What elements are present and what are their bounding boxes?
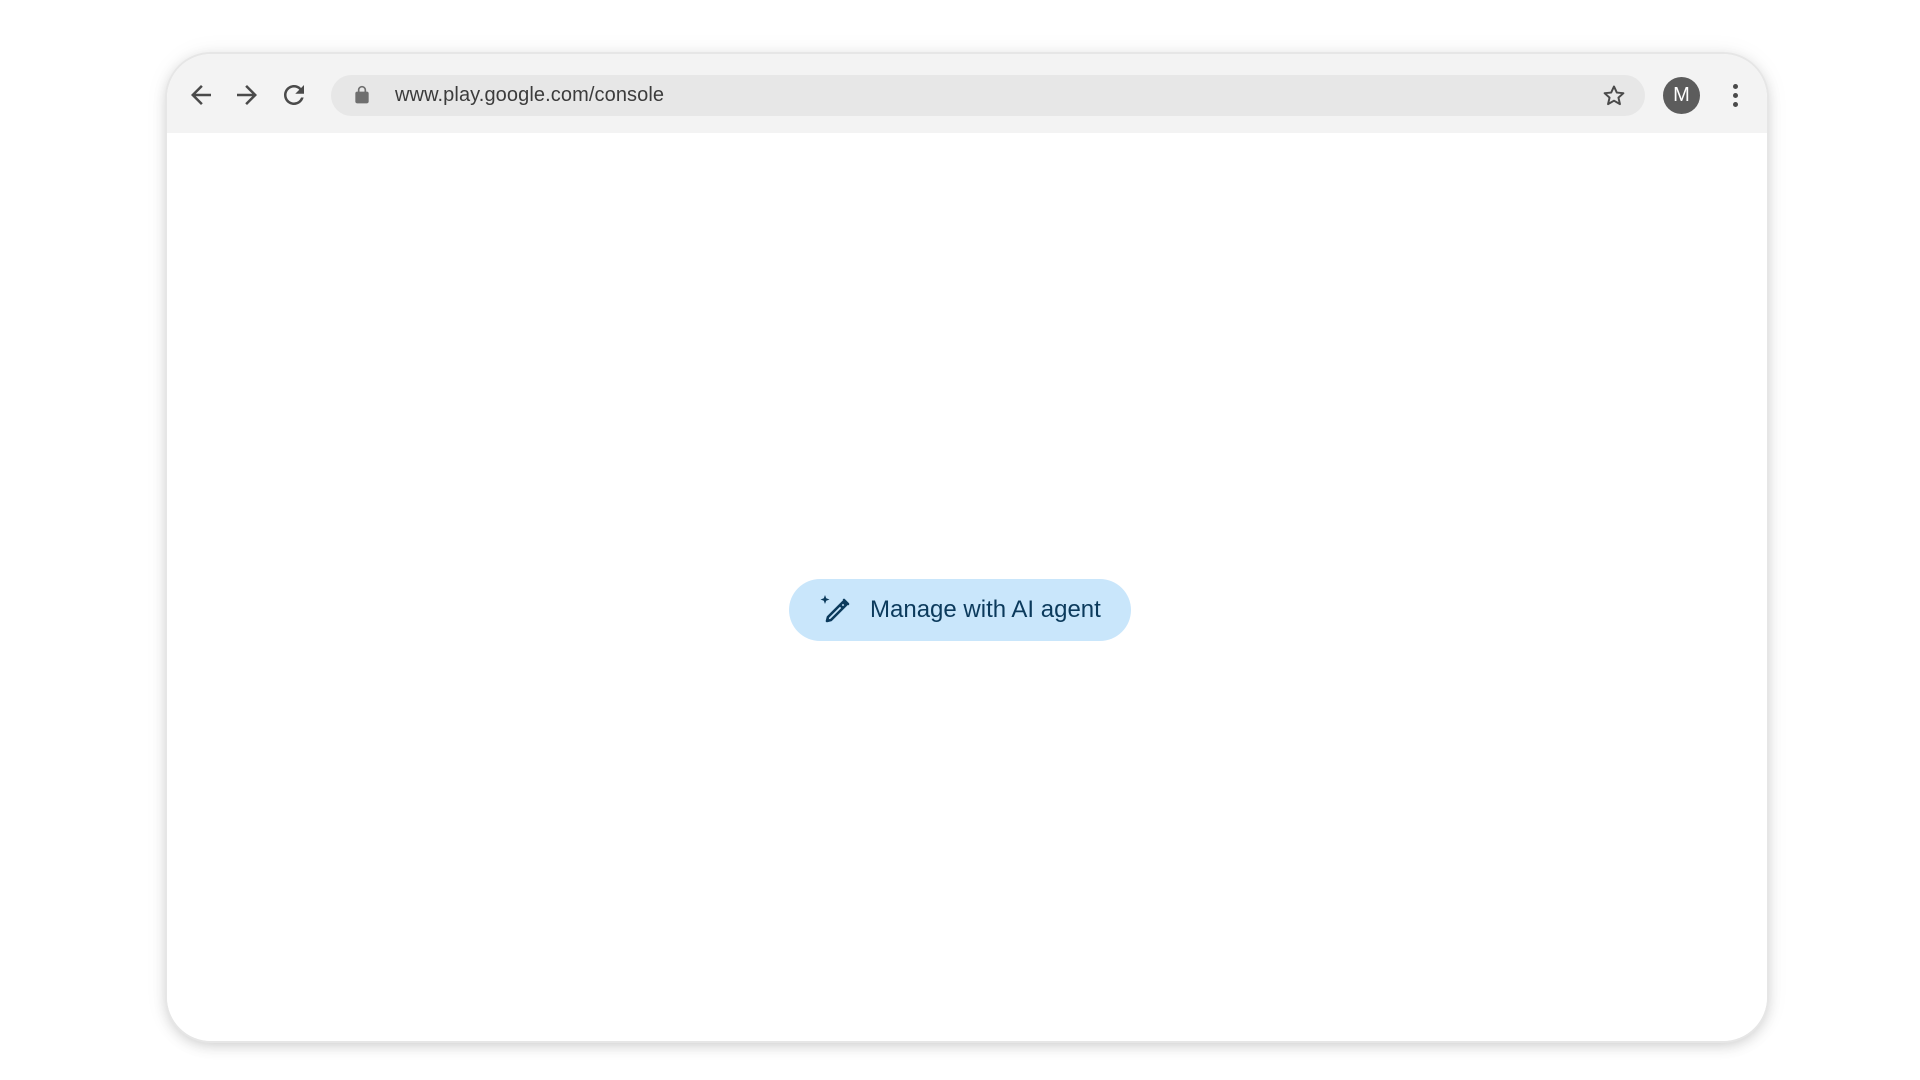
arrow-forward-icon (237, 85, 257, 105)
menu-dot (1732, 101, 1738, 107)
menu-dot (1732, 83, 1738, 89)
page-content: Manage with AI agent (167, 133, 1767, 1041)
lock-icon (355, 85, 369, 104)
menu-dot (1732, 92, 1738, 98)
address-bar[interactable]: www.play.google.com/console (331, 75, 1645, 116)
manage-with-ai-agent-button[interactable]: Manage with AI agent (789, 579, 1131, 641)
star-icon[interactable] (1601, 83, 1627, 109)
forward-button[interactable] (227, 75, 267, 115)
magic-pen-icon (820, 595, 850, 623)
browser-window: www.play.google.com/console M Manage wit… (167, 54, 1767, 1041)
reload-icon (284, 85, 304, 105)
profile-avatar[interactable]: M (1663, 77, 1700, 114)
arrow-back-icon (191, 85, 211, 105)
reload-button[interactable] (274, 75, 314, 115)
browser-toolbar: www.play.google.com/console M (167, 54, 1767, 133)
more-vert-icon[interactable] (1727, 77, 1743, 113)
ai-button-label: Manage with AI agent (870, 596, 1101, 623)
url-text[interactable]: www.play.google.com/console (395, 75, 664, 116)
back-button[interactable] (181, 75, 221, 115)
